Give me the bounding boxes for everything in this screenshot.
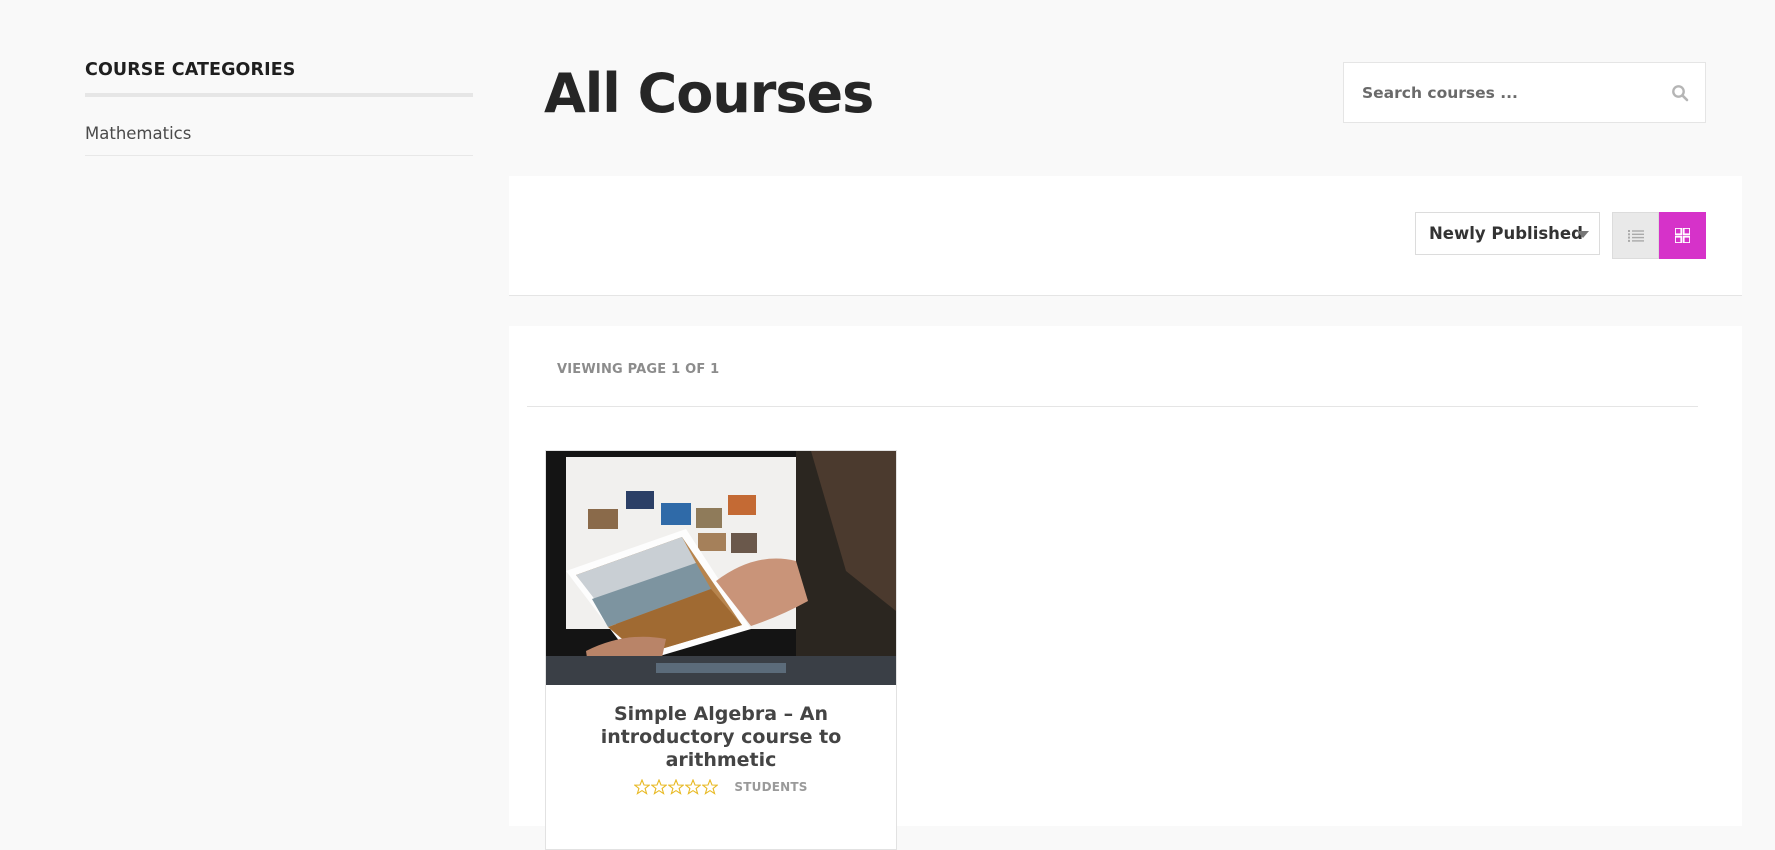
- sidebar-title: COURSE CATEGORIES: [85, 60, 473, 97]
- course-title[interactable]: Simple Algebra – An introductory course …: [566, 703, 876, 772]
- grid-icon: [1675, 228, 1690, 243]
- star-icon: [634, 779, 651, 795]
- sort-select[interactable]: Newly Published: [1415, 212, 1600, 255]
- pagination-status: VIEWING PAGE 1 OF 1: [557, 362, 720, 377]
- page-title: All Courses: [544, 62, 874, 125]
- grid-view-button[interactable]: [1659, 212, 1706, 259]
- chevron-down-icon: [1577, 231, 1589, 238]
- search-box: [1343, 62, 1706, 123]
- results-panel: VIEWING PAGE 1 OF 1 Simple Algebra – An …: [509, 326, 1742, 850]
- list-icon: [1627, 229, 1644, 242]
- star-icon: [702, 779, 719, 795]
- sidebar: COURSE CATEGORIES Mathematics: [85, 60, 473, 156]
- category-list: Mathematics: [85, 97, 473, 156]
- toolbar-panel: Newly Published: [509, 176, 1742, 296]
- sidebar-item-mathematics[interactable]: Mathematics: [85, 97, 473, 156]
- course-card[interactable]: Simple Algebra – An introductory course …: [545, 450, 897, 850]
- rating-stars: [634, 779, 719, 795]
- search-icon[interactable]: [1671, 84, 1689, 102]
- course-thumbnail[interactable]: [546, 451, 896, 685]
- star-icon: [651, 779, 668, 795]
- sort-selected-value: Newly Published: [1429, 224, 1583, 243]
- students-label: STUDENTS: [734, 780, 808, 794]
- star-icon: [668, 779, 685, 795]
- search-input[interactable]: [1344, 63, 1705, 122]
- divider: [527, 406, 1698, 407]
- star-icon: [685, 779, 702, 795]
- course-meta: STUDENTS: [546, 779, 896, 795]
- list-view-button[interactable]: [1612, 212, 1659, 259]
